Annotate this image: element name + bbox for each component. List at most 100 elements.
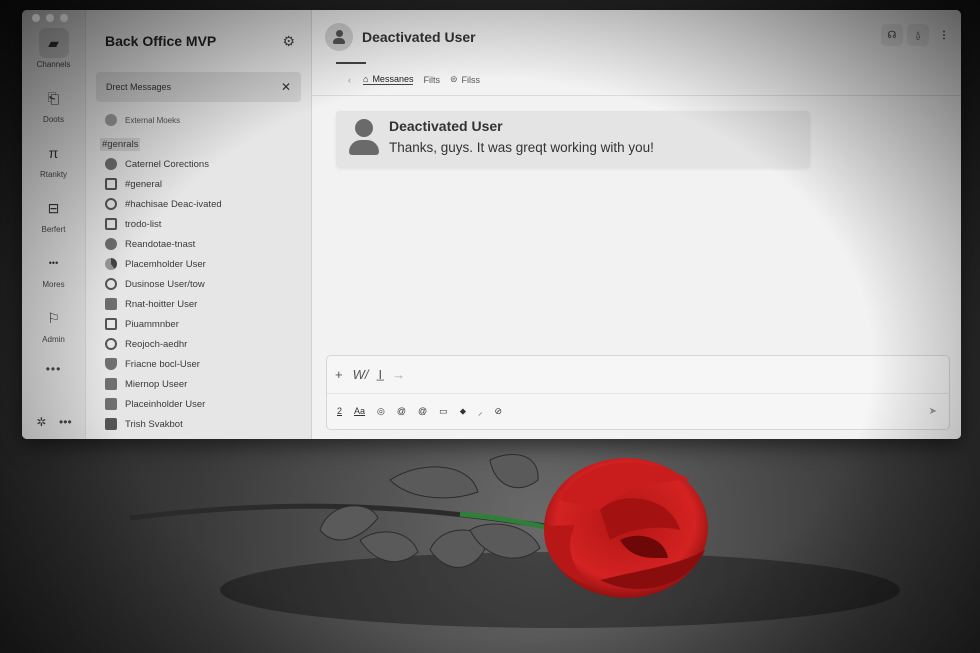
box-icon xyxy=(105,318,117,330)
list-item[interactable]: trodo-list xyxy=(96,214,301,234)
cloud-icon xyxy=(105,238,117,250)
rail-label: Mores xyxy=(42,280,65,289)
close-dot[interactable] xyxy=(32,14,40,22)
list-item[interactable]: Dusinose User/tow xyxy=(96,274,301,294)
rail-item-admin[interactable]: ⚐ Admin xyxy=(22,303,86,345)
list-item-label: Miernop Useer xyxy=(125,378,188,390)
user-icon xyxy=(105,278,117,290)
list-item[interactable]: Rnat-hoitter User xyxy=(96,294,301,314)
overflow-dots-icon[interactable]: ••• xyxy=(46,362,62,376)
rail-item-activity[interactable]: π Rtankty xyxy=(22,138,86,179)
minimize-dot[interactable] xyxy=(46,14,54,22)
list-item[interactable]: Reandotae-tnast xyxy=(96,234,301,254)
list-item[interactable]: Caternel Corections xyxy=(96,154,301,174)
sidebar: Back Office MVP ⚙ Drect Messages ✕ Exter… xyxy=(86,10,312,439)
message-text: Thanks, guys. It was greqt working with … xyxy=(389,140,654,155)
at-icon-2[interactable]: @ xyxy=(418,406,427,416)
emoji-icon[interactable]: ◎ xyxy=(377,406,385,417)
composer-input-row[interactable]: + W/ I̲ → xyxy=(327,356,949,394)
attach-icon[interactable]: ⊘ xyxy=(495,406,503,417)
write-icon[interactable]: W/ xyxy=(353,367,369,382)
message-body: Deactivated User Thanks, guys. It was gr… xyxy=(389,118,654,155)
back-chevron-icon[interactable]: ‹ xyxy=(348,75,351,85)
lock-icon xyxy=(105,298,117,310)
list-item[interactable]: Placeinholder User xyxy=(96,394,301,414)
list-item[interactable]: Piuammnber xyxy=(96,314,301,334)
list-item[interactable]: Reojoch-aedhr xyxy=(96,334,301,354)
doc-icon: ⎗ xyxy=(47,89,60,106)
home-icon: ⌂ xyxy=(363,74,369,84)
list-item-label: #general xyxy=(125,178,162,190)
list-item-label: Rnat-hoitter User xyxy=(125,298,198,310)
tab-messages[interactable]: ⌂ Messanes xyxy=(363,74,414,85)
list-item-label: #genrals xyxy=(100,137,141,151)
list-item-label: #hachisae Deac-ivated xyxy=(125,198,222,210)
mic-icon[interactable]: ⬥ xyxy=(460,406,466,417)
list-item[interactable]: External Moeks xyxy=(96,110,301,130)
list-item[interactable]: Trish Svakbot xyxy=(96,414,301,434)
message-card[interactable]: Deactivated User Thanks, guys. It was gr… xyxy=(336,111,810,168)
list-item-label: Friacne bocl-User xyxy=(125,358,200,370)
chat-header: Deactivated User ☊ ⍙ ⋮ xyxy=(312,10,961,64)
avatar[interactable] xyxy=(325,23,353,51)
bell-icon[interactable]: ⍙ xyxy=(907,24,929,46)
shield-icon xyxy=(105,358,117,370)
folder-icon xyxy=(105,418,117,430)
rail-item-inbox[interactable]: ⊟ Berfert xyxy=(22,193,86,235)
window-controls[interactable] xyxy=(32,14,68,22)
list-item-label: Placeinholder User xyxy=(125,398,206,410)
close-icon[interactable]: ✕ xyxy=(281,80,291,94)
layers-icon: ⊜ xyxy=(449,74,458,84)
kebab-menu-icon[interactable]: ⋮ xyxy=(933,24,955,46)
rail-item-more[interactable]: ••• Mores xyxy=(22,248,86,289)
list-item[interactable]: Friacne bocl-User xyxy=(96,354,301,374)
inbox-icon: ⊟ xyxy=(47,199,60,216)
avatar[interactable] xyxy=(348,119,380,155)
status-icon xyxy=(105,198,117,210)
spinner-icon[interactable]: ✲ xyxy=(36,415,46,429)
list-item[interactable]: #hachisae Deac-ivated xyxy=(96,194,301,214)
rail-item-docs[interactable]: ⎗ Doots xyxy=(22,83,86,125)
list-item-label: Trish Svakbot xyxy=(125,418,183,430)
arrow-icon[interactable]: → xyxy=(392,367,405,382)
more-dots-icon[interactable]: ••• xyxy=(59,415,72,429)
list-item[interactable]: Miernop Useer xyxy=(96,374,301,394)
send-icon[interactable]: ➤ xyxy=(929,406,937,417)
list-item[interactable]: #genrals xyxy=(96,134,301,154)
rail-item-channels[interactable]: ▰ Channels xyxy=(22,28,86,69)
list-item-label: Reojoch-aedhr xyxy=(125,338,188,350)
header-underline xyxy=(336,62,366,64)
tab-files-2[interactable]: ⊜ Filss xyxy=(450,74,480,85)
at-icon[interactable]: @ xyxy=(397,406,406,416)
hat-icon xyxy=(105,158,117,170)
rail-label: Channels xyxy=(36,60,71,69)
list-item-label: Dusinose User/tow xyxy=(125,278,205,290)
folder-icon xyxy=(105,398,117,410)
message-composer[interactable]: + W/ I̲ → 2 Aa ◎ @ @ ▭ ⬥ ⸝ ⊘ ➤ xyxy=(326,355,950,430)
tab-label: Messanes xyxy=(372,74,414,84)
globe-icon xyxy=(105,338,117,350)
list-item-label: External Moeks xyxy=(125,115,181,125)
format-icon[interactable]: I̲ xyxy=(378,367,382,382)
person-icon xyxy=(333,30,345,44)
video-icon[interactable]: ▭ xyxy=(439,406,448,417)
gear-icon[interactable]: ⚙ xyxy=(282,33,295,50)
slash-icon[interactable]: ⸝ xyxy=(478,405,483,418)
rail-label: Admin xyxy=(42,335,65,344)
mention-number-icon[interactable]: 2 xyxy=(337,406,342,416)
text-format-icon[interactable]: Aa xyxy=(354,406,365,416)
direct-messages-tab[interactable]: Drect Messages ✕ xyxy=(96,72,301,102)
list-item[interactable]: #general xyxy=(96,174,301,194)
tab-label: Filts xyxy=(423,74,440,85)
plus-icon[interactable]: + xyxy=(335,367,343,382)
sidebar-header: Back Office MVP ⚙ xyxy=(96,10,301,72)
pie-icon xyxy=(105,258,117,270)
rail-label: Rtankty xyxy=(39,170,68,179)
header-actions: ☊ ⍙ ⋮ xyxy=(881,24,955,46)
message-author: Deactivated User xyxy=(389,118,503,134)
tab-files[interactable]: Filts xyxy=(423,75,440,85)
zoom-dot[interactable] xyxy=(60,14,68,22)
list-item-label: Placemholder User xyxy=(125,258,206,270)
headphones-icon[interactable]: ☊ xyxy=(881,24,903,46)
list-item[interactable]: Placemholder User xyxy=(96,254,301,274)
